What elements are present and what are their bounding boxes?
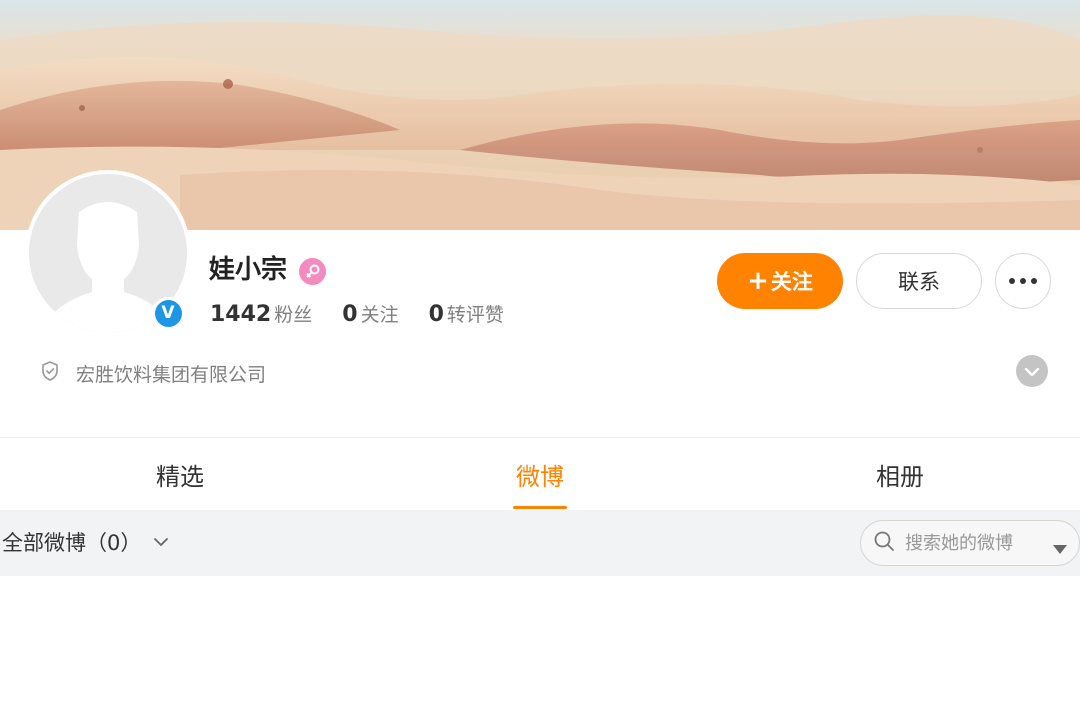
filter-label: 全部微博（0）	[2, 531, 142, 555]
follow-label: 关注	[770, 270, 813, 294]
weibo-search-box[interactable]	[860, 520, 1080, 566]
female-icon	[299, 258, 326, 285]
stat-label: 转评赞	[446, 304, 504, 326]
plus-icon: +	[747, 266, 769, 296]
stat-label: 关注	[360, 304, 399, 326]
follow-button[interactable]: + 关注	[717, 253, 843, 309]
filter-bar: 全部微博（0）	[0, 510, 1080, 576]
stat-reposts-comments-likes[interactable]: 0 转评赞	[429, 300, 504, 327]
company-label: 宏胜饮料集团有限公司	[76, 363, 267, 386]
tab-featured[interactable]: 精选	[0, 438, 360, 510]
username: 娃小宗	[209, 255, 288, 285]
stat-value: 1442	[210, 302, 272, 327]
company-info: 宏胜饮料集团有限公司	[40, 357, 266, 389]
stat-label: 粉丝	[274, 304, 313, 326]
chevron-down-icon	[153, 537, 169, 547]
stat-followers[interactable]: 1442 粉丝	[210, 300, 312, 327]
search-input[interactable]	[905, 532, 1045, 554]
more-button[interactable]	[995, 253, 1051, 309]
stat-following[interactable]: 0 关注	[342, 300, 398, 327]
tab-album[interactable]: 相册	[720, 438, 1080, 510]
profile-tabs: 精选 微博 相册	[0, 438, 1080, 510]
stat-value: 0	[342, 302, 358, 327]
shield-icon	[40, 360, 60, 386]
weibo-filter-dropdown[interactable]: 全部微博（0）	[2, 527, 169, 557]
verified-v-icon: V	[154, 299, 182, 327]
stat-value: 0	[428, 302, 444, 327]
more-dots-icon	[1009, 278, 1037, 284]
contact-button[interactable]: 联系	[856, 253, 982, 309]
tab-weibo[interactable]: 微博	[360, 438, 720, 510]
chevron-down-icon	[1024, 362, 1040, 381]
verified-badge: V	[152, 297, 184, 329]
caret-down-icon[interactable]	[1053, 539, 1067, 558]
profile-stats: 1442 粉丝 0 关注 0 转评赞	[210, 300, 534, 332]
search-icon	[873, 530, 895, 556]
expand-info-button[interactable]	[1016, 355, 1048, 387]
